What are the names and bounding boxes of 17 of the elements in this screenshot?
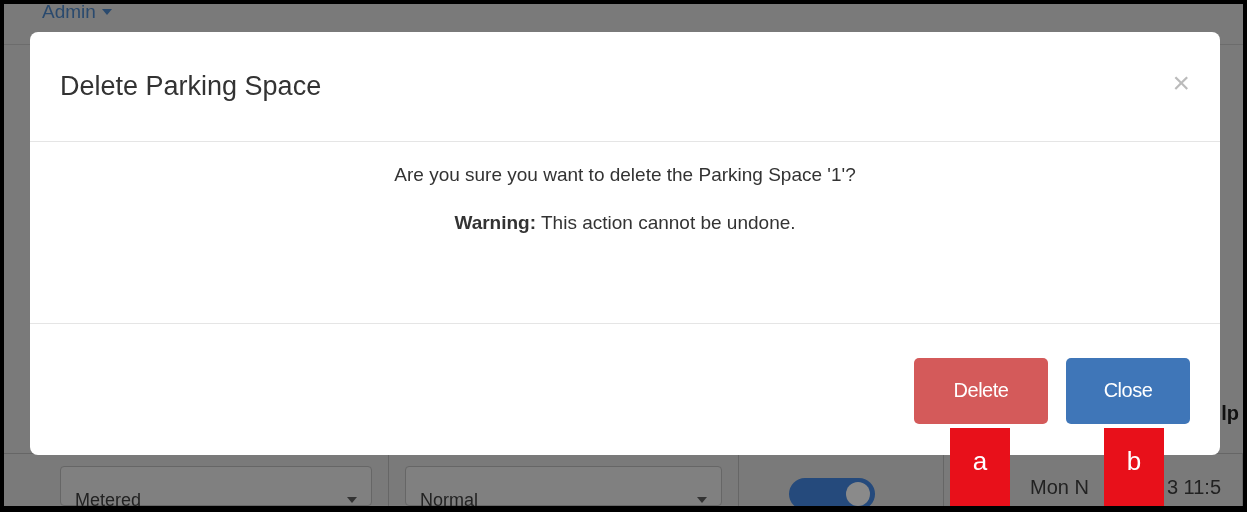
- confirm-message: Are you sure you want to delete the Parking Space '1'?: [394, 163, 856, 187]
- user-menu[interactable]: Admin: [42, 4, 112, 21]
- date-text: Mon N: [1030, 476, 1089, 500]
- status-select[interactable]: Normal: [405, 466, 722, 506]
- delete-button[interactable]: Delete: [914, 357, 1048, 424]
- caret-icon: [347, 497, 357, 503]
- callout-label: a: [950, 428, 1010, 506]
- modal-title: Delete Parking Space: [60, 71, 322, 102]
- date-text: 3 11:5: [1166, 476, 1222, 500]
- caret-icon: [101, 9, 112, 15]
- warning-message: Warning: This action cannot be undone.: [454, 211, 796, 235]
- toggle-switch[interactable]: [789, 478, 875, 506]
- type-select[interactable]: Metered: [60, 466, 372, 506]
- callout-label: b: [1104, 428, 1164, 506]
- close-button[interactable]: Close: [1066, 357, 1190, 424]
- caret-icon: [697, 497, 707, 503]
- column-text: lp: [1221, 402, 1239, 425]
